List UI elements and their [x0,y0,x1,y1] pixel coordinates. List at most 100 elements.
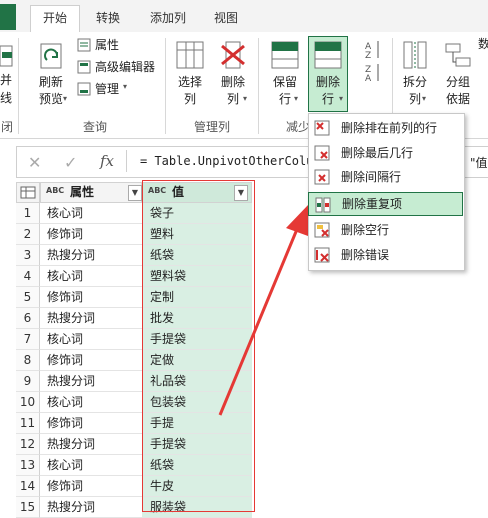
menu-item-remove-top-rows[interactable]: 删除排在前列的行 [308,116,463,140]
keep-rows-icon[interactable] [270,40,300,70]
table-cell-attribute[interactable]: 修饰词 [40,413,142,434]
properties-button[interactable]: 属性 [95,35,119,55]
remove-rows-icon[interactable] [313,40,343,70]
sort-icon[interactable]: AZZA [364,38,382,84]
menu-item-label: 删除重复项 [342,197,403,211]
table-cell-attribute[interactable]: 热搜分词 [40,371,142,392]
formula-text[interactable]: = Table.UnpivotOtherColumns [140,154,335,168]
advanced-editor-icon[interactable] [77,60,91,74]
formula-text-tail[interactable]: "值 [470,154,488,171]
group-by-icon[interactable] [443,40,473,70]
chevron-down-icon[interactable]: ▾ [243,94,247,103]
row-number: 9 [16,371,40,392]
svg-text:Z: Z [365,51,371,61]
table-cell-attribute[interactable]: 修饰词 [40,350,142,371]
type-text-icon[interactable]: ABC [46,186,64,195]
remove-columns-icon[interactable] [218,40,248,70]
row-number: 3 [16,245,40,266]
row-number: 2 [16,224,40,245]
choose-columns-label-2[interactable]: 列 [170,91,210,108]
svg-text:A: A [365,74,372,82]
menu-item-remove-alternate-rows[interactable]: 删除间隔行 [308,165,463,189]
tab-add-column[interactable]: 添加列 [140,8,196,32]
remove-alternate-rows-icon [314,169,330,185]
row-number: 10 [16,392,40,413]
table-cell-attribute[interactable]: 修饰词 [40,224,142,245]
remove-rows-label-1[interactable]: 删除 [308,74,348,91]
row-number: 11 [16,413,40,434]
table-cell-attribute[interactable]: 核心词 [40,329,142,350]
menu-item-label: 删除空行 [341,223,390,237]
row-number: 13 [16,455,40,476]
group-by-label-2[interactable]: 依据 [438,91,478,108]
remove-columns-label-1[interactable]: 删除 [213,74,253,91]
chevron-down-icon[interactable]: ▾ [294,94,298,103]
row-number: 15 [16,497,40,518]
table-cell-attribute[interactable]: 核心词 [40,266,142,287]
formula-divider [126,150,127,172]
table-menu-header[interactable] [16,182,40,203]
menu-item-remove-duplicates[interactable]: 删除重复项 [308,192,463,216]
table-cell-attribute[interactable]: 热搜分词 [40,434,142,455]
menu-item-label: 删除间隔行 [341,170,402,184]
table-cell-attribute[interactable]: 热搜分词 [40,245,142,266]
manage-button[interactable]: 管理 [95,79,119,99]
chevron-down-icon[interactable]: ▾ [422,94,426,103]
choose-columns-label-1[interactable]: 选择 [170,74,210,91]
group-label-query: 查询 [82,120,107,134]
refresh-preview-label-1[interactable]: 刷新 [30,74,72,91]
properties-icon[interactable] [77,38,91,52]
close-load-label-1[interactable]: 并 [0,72,16,89]
menu-item-label: 删除最后几行 [341,146,414,160]
data-type-label-partial[interactable]: 数 [478,36,488,53]
cancel-icon[interactable]: ✕ [28,153,41,172]
chevron-down-icon[interactable]: ▾ [339,94,343,103]
menu-item-remove-bottom-rows[interactable]: 删除最后几行 [308,141,463,165]
tab-view[interactable]: 视图 [204,8,248,32]
close-load-label-2[interactable]: 线 [0,90,16,107]
row-number: 14 [16,476,40,497]
group-by-label-1[interactable]: 分组 [438,74,478,91]
keep-rows-label-1[interactable]: 保留 [265,74,305,91]
column-header-attribute-label[interactable]: 属性 [70,183,94,202]
close-load-icon [0,44,14,70]
split-column-icon[interactable] [400,40,430,70]
remove-blank-rows-icon [314,222,330,238]
menu-item-remove-errors[interactable]: 删除错误 [308,243,463,267]
group-label-manage-columns: 管理列 [193,120,230,134]
group-label-reduce-rows: 减少 [286,120,308,134]
table-cell-attribute[interactable]: 修饰词 [40,476,142,497]
manage-icon[interactable] [77,82,91,96]
row-number: 12 [16,434,40,455]
menu-item-remove-blank-rows[interactable]: 删除空行 [308,218,463,242]
table-cell-attribute[interactable]: 热搜分词 [40,308,142,329]
split-column-label-2[interactable]: 列 [395,91,435,108]
refresh-preview-icon[interactable] [37,40,67,72]
keep-rows-label-2[interactable]: 行 [265,91,305,108]
remove-top-rows-icon [314,120,330,136]
file-tab[interactable] [0,4,16,30]
group-separator [18,38,19,134]
filter-dropdown-icon[interactable]: ▼ [128,185,142,201]
row-number: 6 [16,308,40,329]
tab-home[interactable]: 开始 [30,5,80,34]
table-cell-attribute[interactable]: 核心词 [40,455,142,476]
advanced-editor-button[interactable]: 高级编辑器 [95,57,155,77]
chevron-down-icon[interactable]: ▾ [63,94,67,103]
row-number: 4 [16,266,40,287]
table-icon[interactable] [17,183,39,202]
table-cell-attribute[interactable]: 核心词 [40,392,142,413]
group-separator [165,38,166,134]
remove-duplicates-icon [315,197,331,213]
chevron-down-icon[interactable]: ▾ [123,82,127,91]
check-icon[interactable]: ✓ [64,153,77,172]
annotation-arrow-icon [218,204,309,416]
menu-item-label: 删除排在前列的行 [341,121,438,135]
table-cell-attribute[interactable]: 热搜分词 [40,497,142,518]
row-number: 8 [16,350,40,371]
split-column-label-1[interactable]: 拆分 [395,74,435,91]
table-cell-attribute[interactable]: 核心词 [40,203,142,224]
choose-columns-icon[interactable] [175,40,205,70]
table-cell-attribute[interactable]: 修饰词 [40,287,142,308]
tab-transform[interactable]: 转换 [84,8,132,32]
